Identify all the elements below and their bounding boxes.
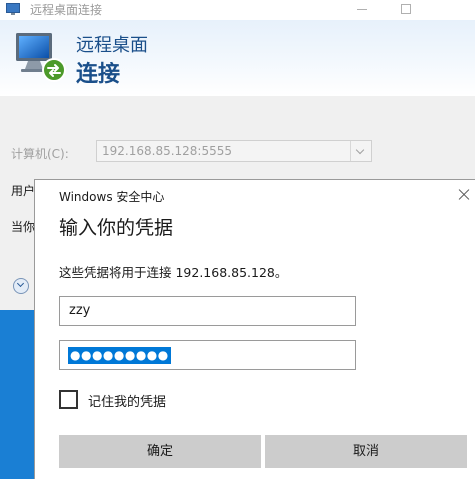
rdp-header-title: 远程桌面: [76, 35, 148, 56]
show-options-chevron-icon[interactable]: [13, 278, 29, 294]
user-label: 用户: [11, 184, 36, 198]
cancel-button[interactable]: 取消: [265, 435, 467, 468]
rdp-header-subtitle: 连接: [76, 62, 121, 87]
remember-credentials-label[interactable]: 记住我的凭据: [88, 391, 166, 410]
credential-dialog: Windows 安全中心 输入你的凭据 这些凭据将用于连接 192.168.85…: [34, 179, 475, 479]
username-field[interactable]: zzy: [59, 296, 356, 326]
dialog-subtitle: 这些凭据将用于连接 192.168.85.128。: [59, 265, 288, 280]
username-value: zzy: [69, 303, 91, 318]
dialog-heading: 输入你的凭据: [59, 217, 174, 239]
computer-combobox-value: 192.168.85.128:5555: [102, 144, 233, 158]
remember-credentials-checkbox[interactable]: [59, 390, 78, 409]
rdp-window-title: 远程桌面连接: [30, 3, 103, 17]
computer-combobox[interactable]: 192.168.85.128:5555: [96, 140, 372, 162]
chevron-down-icon[interactable]: [350, 141, 371, 161]
close-icon[interactable]: [453, 184, 475, 206]
password-field[interactable]: ●●●●●●●●●: [59, 340, 356, 370]
maximize-button[interactable]: [384, 0, 428, 20]
computer-label: 计算机(C):: [11, 147, 69, 161]
current-credentials-label: 当你: [11, 220, 36, 234]
minimize-button[interactable]: [340, 0, 384, 20]
dialog-caption: Windows 安全中心: [59, 190, 165, 204]
rdp-header: 远程桌面 连接: [0, 20, 475, 96]
rdp-titlebar[interactable]: 远程桌面连接: [0, 0, 475, 20]
ok-button[interactable]: 确定: [59, 435, 261, 468]
rdp-app-icon: [6, 3, 20, 15]
password-mask: ●●●●●●●●●: [68, 347, 171, 364]
remote-desktop-monitor-icon: [16, 33, 66, 82]
